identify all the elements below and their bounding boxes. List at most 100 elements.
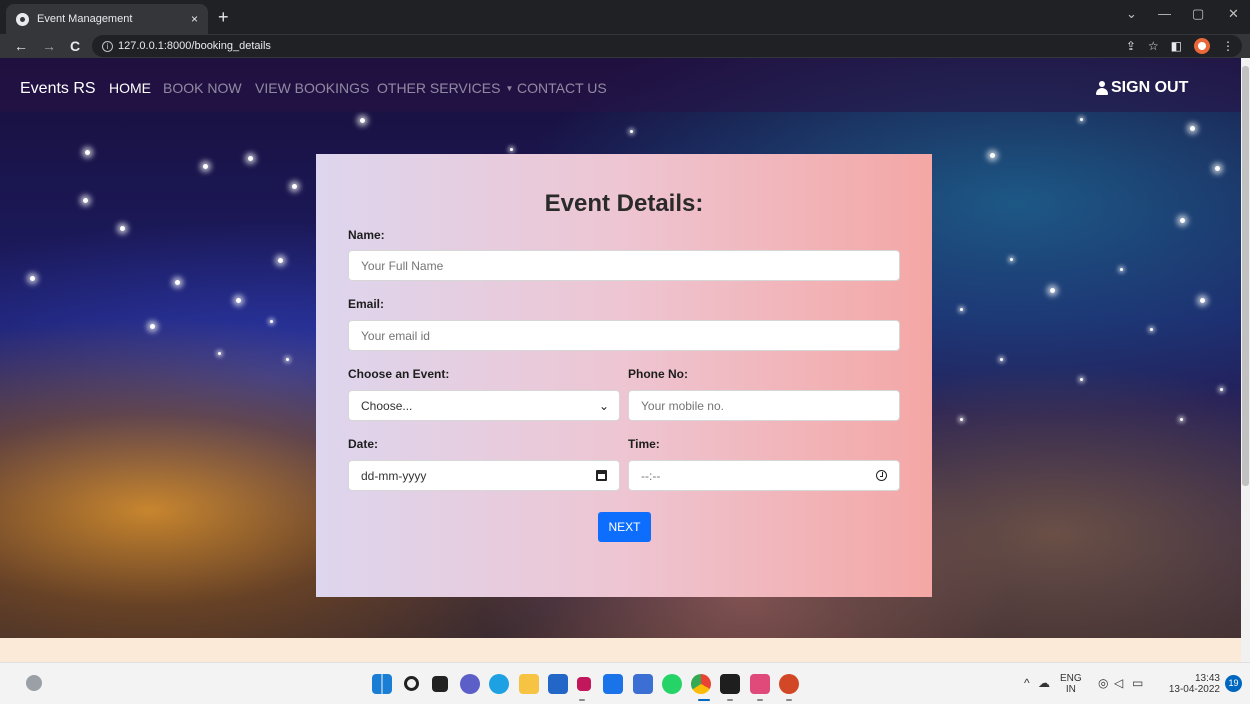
bookmark-star-icon[interactable]: ☆: [1148, 39, 1159, 53]
phone-label: Phone No:: [628, 367, 688, 381]
terminal-icon[interactable]: [720, 674, 740, 694]
name-input[interactable]: Your Full Name: [348, 250, 900, 281]
browser-tab[interactable]: Event Management ×: [6, 4, 208, 34]
sign-out-label: SIGN OUT: [1111, 79, 1189, 96]
star-light: [1120, 268, 1123, 271]
hero-background: Events RS HOME BOOK NOW VIEW BOOKINGS OT…: [0, 58, 1241, 638]
reload-button[interactable]: C: [70, 36, 80, 56]
nav-contact-us[interactable]: CONTACT US: [517, 80, 607, 96]
clock-icon[interactable]: [876, 470, 887, 481]
tab-search-icon[interactable]: ⌄: [1126, 6, 1137, 22]
os-taskbar: ^ ☁ ENG IN ◎ ◁ ▭ 13:43 13-04-2022 19: [0, 662, 1250, 704]
star-light: [990, 153, 995, 158]
star-light: [1050, 288, 1055, 293]
name-placeholder: Your Full Name: [361, 258, 444, 273]
chevron-up-icon[interactable]: ^: [1024, 676, 1030, 690]
tab-close-icon[interactable]: ×: [191, 12, 198, 26]
phone-input[interactable]: Your mobile no.: [628, 390, 900, 421]
profile-avatar-icon[interactable]: [1194, 38, 1210, 54]
new-tab-button[interactable]: +: [218, 6, 229, 28]
address-bar[interactable]: i 127.0.0.1:8000/booking_details ⇪ ☆ ◧ ⋮: [92, 35, 1242, 57]
email-input[interactable]: Your email id: [348, 320, 900, 351]
brand-logo[interactable]: Events RS: [20, 80, 96, 98]
restore-button[interactable]: ▢: [1192, 6, 1204, 22]
time-input[interactable]: --:--: [628, 460, 900, 491]
event-details-form: Event Details: Name: Your Full Name Emai…: [316, 154, 932, 597]
star-light: [1180, 418, 1183, 421]
running-indicator: [786, 699, 792, 701]
user-icon: [1096, 81, 1108, 95]
volume-icon[interactable]: ◁: [1114, 676, 1123, 690]
close-window-button[interactable]: ✕: [1228, 6, 1239, 22]
star-light: [1010, 258, 1013, 261]
forward-button[interactable]: →: [42, 36, 56, 56]
star-light: [1080, 118, 1083, 121]
scrollbar-thumb[interactable]: [1242, 66, 1249, 486]
star-light: [1190, 126, 1195, 131]
mail-icon[interactable]: [603, 674, 623, 694]
app-gift-icon[interactable]: [577, 677, 591, 691]
next-button[interactable]: NEXT: [598, 512, 651, 542]
clock[interactable]: 13:43 13-04-2022: [1168, 673, 1220, 695]
file-explorer-icon[interactable]: [519, 674, 539, 694]
event-select[interactable]: Choose... ⌄: [348, 390, 620, 421]
lang-top: ENG: [1060, 673, 1082, 684]
nav-book-now[interactable]: BOOK NOW: [163, 80, 242, 96]
powerpoint-icon[interactable]: [779, 674, 799, 694]
search-icon[interactable]: [404, 676, 419, 691]
tray-app-icon[interactable]: ☁: [1038, 676, 1050, 690]
nav-home[interactable]: HOME: [109, 80, 151, 96]
star-light: [120, 226, 125, 231]
site-info-icon[interactable]: i: [102, 40, 113, 52]
nav-other-services[interactable]: OTHER SERVICES ▼: [377, 80, 513, 96]
star-light: [960, 418, 963, 421]
star-light: [83, 198, 88, 203]
email-placeholder: Your email id: [361, 328, 430, 343]
language-indicator[interactable]: ENG IN: [1060, 673, 1082, 695]
star-light: [150, 324, 155, 329]
notification-badge[interactable]: 19: [1225, 675, 1242, 692]
date-input[interactable]: dd-mm-yyyy: [348, 460, 620, 491]
task-view-icon[interactable]: [432, 676, 448, 692]
active-indicator: [698, 699, 710, 701]
star-light: [1180, 218, 1185, 223]
xampp-icon[interactable]: [750, 674, 770, 694]
teams-chat-icon[interactable]: [460, 674, 480, 694]
star-light: [292, 184, 297, 189]
minimize-button[interactable]: —: [1158, 6, 1171, 21]
start-menu-icon[interactable]: [372, 674, 392, 694]
time-placeholder: --:--: [641, 468, 661, 483]
star-light: [360, 118, 365, 123]
phone-placeholder: Your mobile no.: [641, 398, 724, 413]
nav-view-bookings[interactable]: VIEW BOOKINGS: [255, 80, 369, 96]
browser-tabstrip: Event Management × + ⌄ — ▢ ✕: [0, 0, 1250, 34]
star-light: [236, 298, 241, 303]
notepad-icon[interactable]: [633, 674, 653, 694]
star-light: [270, 320, 273, 323]
menu-kebab-icon[interactable]: ⋮: [1222, 39, 1234, 53]
edge-browser-icon[interactable]: [489, 674, 509, 694]
browser-toolbar: ← → C i 127.0.0.1:8000/booking_details ⇪…: [0, 34, 1250, 58]
share-icon[interactable]: ⇪: [1126, 39, 1136, 53]
sign-out-button[interactable]: SIGN OUT: [1096, 79, 1188, 97]
star-light: [218, 352, 221, 355]
whatsapp-icon[interactable]: [662, 674, 682, 694]
battery-icon[interactable]: ▭: [1132, 676, 1143, 690]
star-light: [286, 358, 289, 361]
side-panel-icon[interactable]: ◧: [1171, 39, 1182, 53]
calendar-icon[interactable]: [596, 470, 607, 481]
weather-widget-icon[interactable]: [26, 675, 42, 691]
page-viewport: Events RS HOME BOOK NOW VIEW BOOKINGS OT…: [0, 58, 1241, 662]
store-icon[interactable]: [548, 674, 568, 694]
site-favicon-icon: [16, 12, 29, 26]
chrome-icon[interactable]: [691, 674, 711, 694]
network-icon[interactable]: ◎: [1098, 676, 1108, 690]
caret-down-icon: ▼: [505, 84, 514, 93]
star-light: [1215, 166, 1220, 171]
running-indicator: [757, 699, 763, 701]
page-scrollbar[interactable]: [1241, 58, 1250, 662]
star-light: [510, 148, 513, 151]
event-selected-value: Choose...: [361, 398, 413, 413]
back-button[interactable]: ←: [14, 36, 28, 56]
running-indicator: [727, 699, 733, 701]
